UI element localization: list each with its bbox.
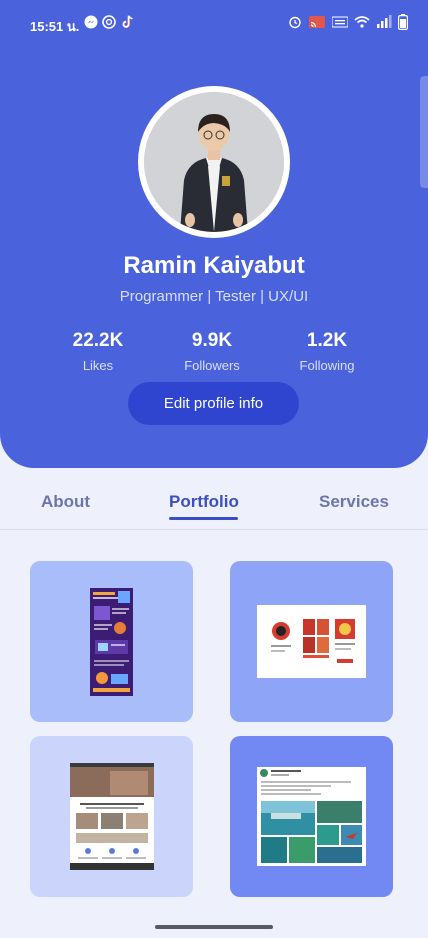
stat-label: Followers — [184, 358, 240, 373]
stat-label: Likes — [82, 358, 114, 373]
portfolio-item-social-post[interactable] — [230, 736, 393, 897]
tab-services[interactable]: Services — [319, 492, 389, 512]
status-bar: 15:51 น. — [0, 0, 428, 44]
website-thumbnail — [69, 763, 154, 870]
profile-role: Programmer | Tester | UX/UI — [119, 288, 309, 305]
active-tab-indicator — [169, 517, 238, 520]
profile-stats: 22.2K Likes 9.9K Followers 1.2K Followin… — [0, 330, 428, 374]
stat-label: Following — [299, 358, 355, 373]
battery-icon — [398, 14, 408, 30]
tab-about[interactable]: About — [41, 492, 90, 512]
tab-portfolio[interactable]: Portfolio — [169, 492, 239, 512]
profile-name: Ramin Kaiyabut — [123, 252, 305, 279]
stat-value: 1.2K — [306, 330, 348, 351]
profile-header: 15:51 น. Ramin Kaiyabut Programmer | Tes… — [0, 0, 428, 468]
signal-icon — [377, 15, 392, 28]
edit-profile-button[interactable]: Edit profile info — [128, 382, 299, 425]
tiktok-icon — [122, 15, 133, 29]
status-time: 15:51 น. — [30, 19, 80, 34]
avatar[interactable] — [138, 86, 290, 238]
portfolio-item-infographic[interactable] — [30, 561, 193, 722]
stat-value: 22.2K — [72, 330, 124, 351]
portfolio-item-website[interactable] — [30, 736, 193, 897]
threads-icon — [102, 15, 116, 29]
stat-followers[interactable]: 9.9K Followers — [157, 330, 267, 373]
scroll-indicator[interactable] — [420, 76, 428, 188]
cast-icon — [309, 16, 325, 28]
stat-value: 9.9K — [191, 330, 233, 351]
home-indicator[interactable] — [155, 925, 273, 929]
messenger-icon — [84, 15, 98, 29]
wifi-icon — [354, 16, 370, 28]
profile-photo — [144, 92, 284, 232]
portfolio-item-app-screens[interactable] — [230, 561, 393, 722]
volte-icon — [332, 16, 348, 28]
stat-following[interactable]: 1.2K Following — [272, 330, 382, 373]
infographic-thumbnail — [90, 587, 133, 696]
alarm-icon — [289, 16, 301, 29]
app-screens-thumbnail — [257, 605, 366, 678]
stat-likes[interactable]: 22.2K Likes — [43, 330, 153, 373]
social-post-thumbnail — [257, 767, 366, 866]
profile-tabs: About Portfolio Services — [0, 478, 428, 530]
status-icons — [288, 13, 408, 31]
